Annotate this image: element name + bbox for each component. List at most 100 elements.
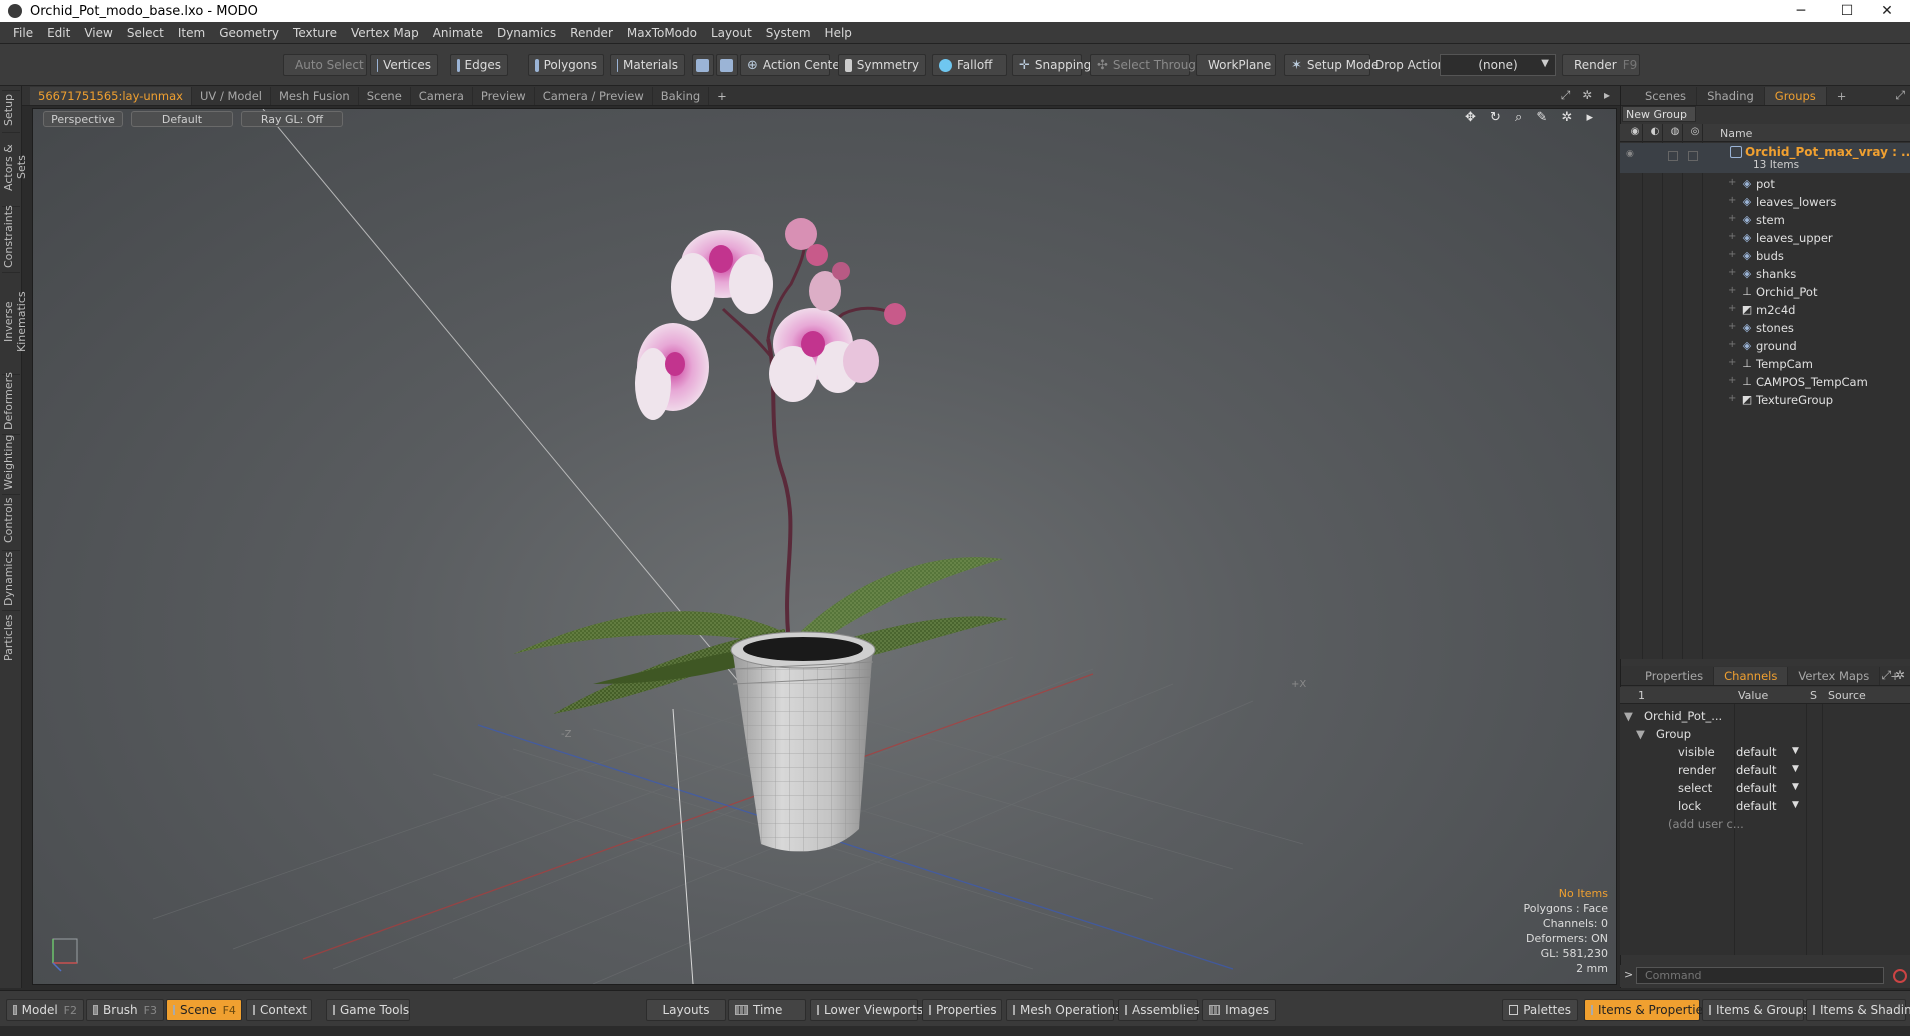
list-item[interactable]: + ⊥ TempCam [1620, 355, 1910, 373]
list-item[interactable]: + ◈ buds [1620, 247, 1910, 265]
tab-weighting[interactable]: Weighting [2, 434, 20, 490]
3d-viewport[interactable]: +X -Z Perspective Default Ray GL: Off ✥ … [32, 108, 1617, 985]
menu-select[interactable]: Select [120, 26, 171, 40]
setup-mode-button[interactable]: ✶ Setup Mode [1284, 54, 1378, 76]
eye-icon[interactable]: ◉ [1628, 126, 1642, 140]
menu-texture[interactable]: Texture [286, 26, 344, 40]
add-tab-button[interactable]: + [709, 87, 735, 105]
vertices-button[interactable]: Vertices [370, 54, 438, 76]
lock-icon[interactable]: ◍ [1668, 126, 1682, 140]
menu-render[interactable]: Render [563, 26, 620, 40]
tab-particles[interactable]: Particles [2, 610, 20, 664]
menu-maxtomodo[interactable]: MaxToModo [620, 26, 704, 40]
select-mode-b-button[interactable] [716, 54, 738, 76]
list-item[interactable]: + ⊥ CAMPOS_TempCam [1620, 373, 1910, 391]
menu-edit[interactable]: Edit [40, 26, 77, 40]
list-item[interactable]: + ◩ TextureGroup [1620, 391, 1910, 409]
materials-button[interactable]: Materials [610, 54, 685, 76]
palettes-button[interactable]: Palettes [1502, 999, 1578, 1021]
channel-render-value[interactable]: default [1736, 763, 1776, 777]
render-toggle-icon[interactable]: ◐ [1648, 126, 1662, 140]
tab-dynamics[interactable]: Dynamics [2, 550, 20, 606]
drop-action-select[interactable]: (none) ▼ [1440, 54, 1556, 76]
assemblies-button[interactable]: Assemblies [1118, 999, 1200, 1021]
group-lock-box[interactable] [1668, 151, 1678, 161]
tab-uv-model[interactable]: UV / Model [192, 86, 271, 105]
scene-render[interactable]: +X -Z [33, 109, 1617, 985]
select-toggle-icon[interactable]: ◎ [1688, 126, 1702, 140]
channel-select-value[interactable]: default [1736, 781, 1776, 795]
menu-view[interactable]: View [77, 26, 119, 40]
list-item[interactable]: + ◈ shanks [1620, 265, 1910, 283]
chevron-down-icon[interactable]: ▼ [1792, 800, 1799, 810]
tab-shading[interactable]: Shading [1697, 86, 1765, 105]
tab-scene[interactable]: Scene [359, 86, 411, 105]
list-item[interactable]: + ⊥ Orchid_Pot [1620, 283, 1910, 301]
images-button[interactable]: Images [1202, 999, 1276, 1021]
scene-layout-button[interactable]: Scene F4 [166, 999, 242, 1021]
auto-select-button[interactable]: Auto Select [283, 54, 367, 76]
items-properties-button[interactable]: Items & Properties [1584, 999, 1709, 1021]
channel-root-row[interactable]: ▼ Orchid_Pot_... [1620, 707, 1910, 725]
layouts-button[interactable]: Layouts [646, 999, 726, 1021]
tab-inverse-kinematics[interactable]: Inverse Kinematics [2, 272, 28, 370]
chevron-down-icon[interactable]: ▼ [1792, 746, 1799, 756]
chevron-down-icon[interactable]: ▼ [1792, 764, 1799, 774]
list-item[interactable]: + ◈ ground [1620, 337, 1910, 355]
channel-group-row[interactable]: ▼ Group [1620, 725, 1910, 743]
lower-viewports-button[interactable]: Lower Viewports [810, 999, 923, 1021]
group-row[interactable]: ◉ Orchid_Pot_max_vray : ... 13 Items [1620, 143, 1910, 173]
list-item[interactable]: + ◈ pot [1620, 175, 1910, 193]
symmetry-button[interactable]: Symmetry [838, 54, 926, 76]
falloff-button[interactable]: Falloff [932, 54, 1007, 76]
expand-icon[interactable]: ⤢ [1895, 88, 1905, 103]
mesh-operations-button[interactable]: Mesh Operations [1006, 999, 1121, 1021]
menu-dynamics[interactable]: Dynamics [490, 26, 563, 40]
viewport-nav-icons[interactable]: ✥ ↻ ⌕ ✎ ✲ ▸ [1465, 110, 1598, 125]
panel-settings-icon[interactable]: ⤢ ✲ [1882, 668, 1905, 683]
channel-render-row[interactable]: render default ▼ [1620, 761, 1910, 779]
menu-layout[interactable]: Layout [704, 26, 759, 40]
channel-visible-row[interactable]: visible default ▼ [1620, 743, 1910, 761]
list-item[interactable]: + ◈ leaves_upper [1620, 229, 1910, 247]
menu-help[interactable]: Help [818, 26, 859, 40]
context-button[interactable]: Context [246, 999, 312, 1021]
list-item[interactable]: + ◈ leaves_lowers [1620, 193, 1910, 211]
tab-controls[interactable]: Controls [2, 494, 20, 546]
tab-camera[interactable]: Camera [411, 86, 473, 105]
add-user-channel-row[interactable]: (add user c... [1620, 815, 1910, 833]
menu-system[interactable]: System [759, 26, 818, 40]
tab-scenes[interactable]: Scenes [1635, 86, 1698, 105]
menu-file[interactable]: File [6, 26, 40, 40]
raygl-toggle-button[interactable]: Ray GL: Off [241, 111, 343, 127]
group-select-box[interactable] [1688, 151, 1698, 161]
list-item[interactable]: + ◈ stones [1620, 319, 1910, 337]
channel-select-row[interactable]: select default ▼ [1620, 779, 1910, 797]
game-tools-button[interactable]: Game Tools [326, 999, 410, 1021]
select-through-button[interactable]: ✣ Select Through [1090, 54, 1204, 76]
tab-properties[interactable]: Properties [1635, 666, 1715, 685]
add-right-tab-button[interactable]: + [1827, 87, 1857, 105]
select-mode-a-button[interactable] [692, 54, 714, 76]
action-center-button[interactable]: ⊕ Action Center [740, 54, 845, 76]
menu-vertex-map[interactable]: Vertex Map [344, 26, 426, 40]
snapping-button[interactable]: ✛ Snapping [1012, 54, 1091, 76]
view-perspective-button[interactable]: Perspective [43, 111, 123, 127]
list-item[interactable]: + ◩ m2c4d [1620, 301, 1910, 319]
edges-button[interactable]: Edges [450, 54, 508, 76]
command-input[interactable] [1636, 967, 1884, 984]
model-layout-button[interactable]: Model F2 [6, 999, 84, 1021]
shading-default-button[interactable]: Default [131, 111, 233, 127]
tab-channels[interactable]: Channels [1714, 666, 1789, 685]
minimize-button[interactable]: ─ [1778, 0, 1824, 22]
menu-item[interactable]: Item [171, 26, 212, 40]
close-button[interactable]: ✕ [1864, 0, 1910, 22]
channel-lock-value[interactable]: default [1736, 799, 1776, 813]
workplane-button[interactable]: WorkPlane [1196, 54, 1276, 76]
new-group-button[interactable]: New Group [1622, 106, 1696, 122]
list-item[interactable]: + ◈ stem [1620, 211, 1910, 229]
tab-setup[interactable]: Setup [2, 90, 20, 128]
record-icon[interactable] [1893, 969, 1907, 983]
tab-groups[interactable]: Groups [1764, 86, 1827, 105]
chevron-down-icon[interactable]: ▼ [1792, 782, 1799, 792]
